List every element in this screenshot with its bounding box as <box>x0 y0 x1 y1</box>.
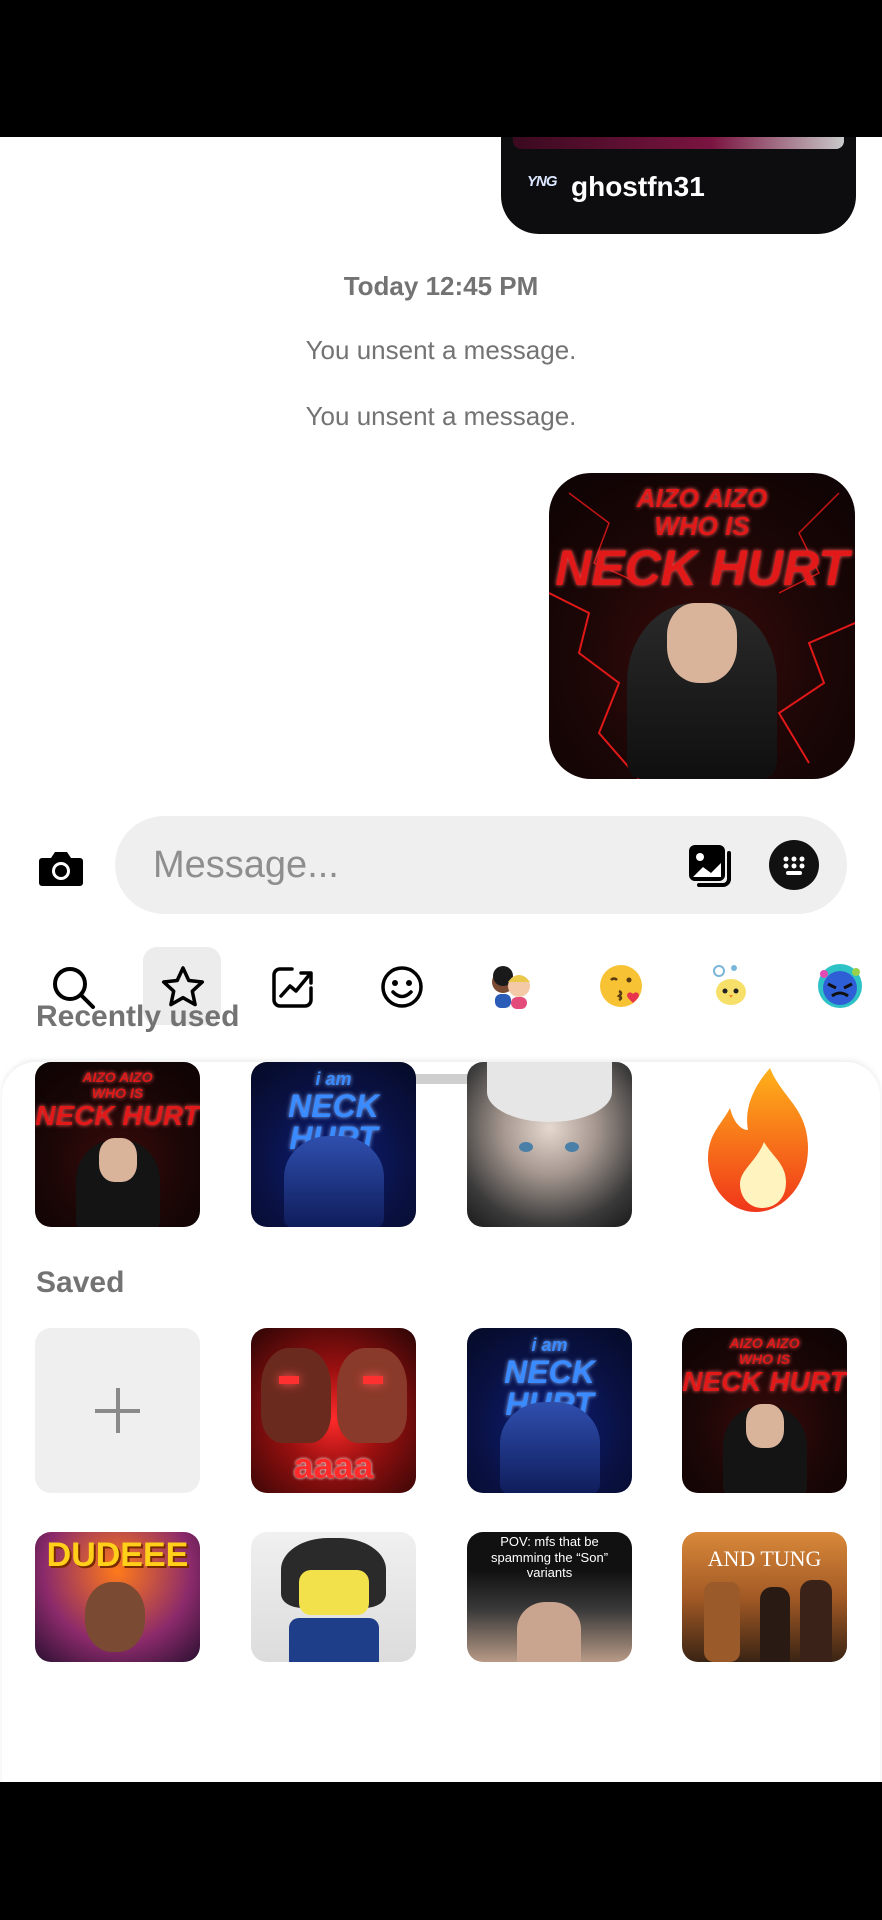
character-face <box>98 1138 137 1182</box>
navigation-bar <box>0 1782 882 1920</box>
sticker-saved-screaming[interactable]: aaaa <box>251 1328 416 1493</box>
plus-icon-vertical <box>116 1388 120 1433</box>
sticker-text-line2: WHO IS <box>738 1351 791 1367</box>
sticker-caption: DUDEEE <box>46 1536 189 1574</box>
add-sticker-button[interactable] <box>35 1328 200 1493</box>
person-figure <box>800 1580 832 1662</box>
sticker-recent-white-hair-face[interactable] <box>467 1062 632 1227</box>
sticker-text-line3: NECK HURT <box>682 1366 847 1397</box>
sticker-saved-neck-hurt-blue[interactable]: i am NECK HURT <box>467 1328 632 1493</box>
sticker-saved-dudeee[interactable]: DUDEEE <box>35 1532 200 1662</box>
person-figure <box>760 1587 790 1662</box>
wooden-figure <box>704 1582 740 1662</box>
glowing-eye <box>279 1376 299 1384</box>
sticker-saved-spongebob[interactable] <box>251 1532 416 1662</box>
blue-hoodie <box>289 1618 379 1662</box>
sticker-text-line3: NECK HURT <box>35 1100 200 1131</box>
sticker-text-line2: WHO IS <box>91 1085 144 1101</box>
character-face <box>745 1404 784 1448</box>
sticker-saved-and-tung[interactable]: AND TUNG <box>682 1532 847 1662</box>
sticker-caption: AND TUNG <box>707 1546 822 1571</box>
sticker-recent-neck-hurt-red[interactable]: AIZO AIZO WHO IS NECK HURT <box>35 1062 200 1227</box>
sticker-text-line1: i am <box>531 1335 568 1355</box>
sticker-recent-fire[interactable] <box>682 1062 847 1227</box>
fire-icon <box>708 1068 808 1212</box>
character-figure <box>499 1402 600 1493</box>
face-right <box>337 1348 407 1443</box>
face-left <box>261 1348 331 1443</box>
sticker-caption: POV: mfs that be spamming the “Son” vari… <box>490 1534 609 1581</box>
eye-right <box>565 1142 579 1152</box>
status-bar <box>0 0 882 137</box>
sponge-face <box>299 1570 369 1615</box>
sticker-saved-neck-hurt-red[interactable]: AIZO AIZO WHO IS NECK HURT <box>682 1328 847 1493</box>
sticker-caption: aaaa <box>293 1445 374 1486</box>
sticker-recent-neck-hurt-blue[interactable]: i am NECK HURT <box>251 1062 416 1227</box>
sticker-saved-pov-meme[interactable]: POV: mfs that be spamming the “Son” vari… <box>467 1532 632 1662</box>
person-face <box>517 1602 581 1662</box>
recently-used-title: Recently used <box>36 1000 240 1033</box>
white-hair <box>487 1062 612 1122</box>
sticker-text-line1: i am <box>315 1069 352 1089</box>
glowing-eye <box>363 1376 383 1384</box>
character-figure <box>283 1136 384 1227</box>
sticker-text-line1: AIZO AIZO <box>82 1069 153 1085</box>
sticker-text-line1: AIZO AIZO <box>729 1335 800 1351</box>
eye-left <box>519 1142 533 1152</box>
saved-title: Saved <box>36 1266 125 1299</box>
character-face <box>85 1582 145 1652</box>
